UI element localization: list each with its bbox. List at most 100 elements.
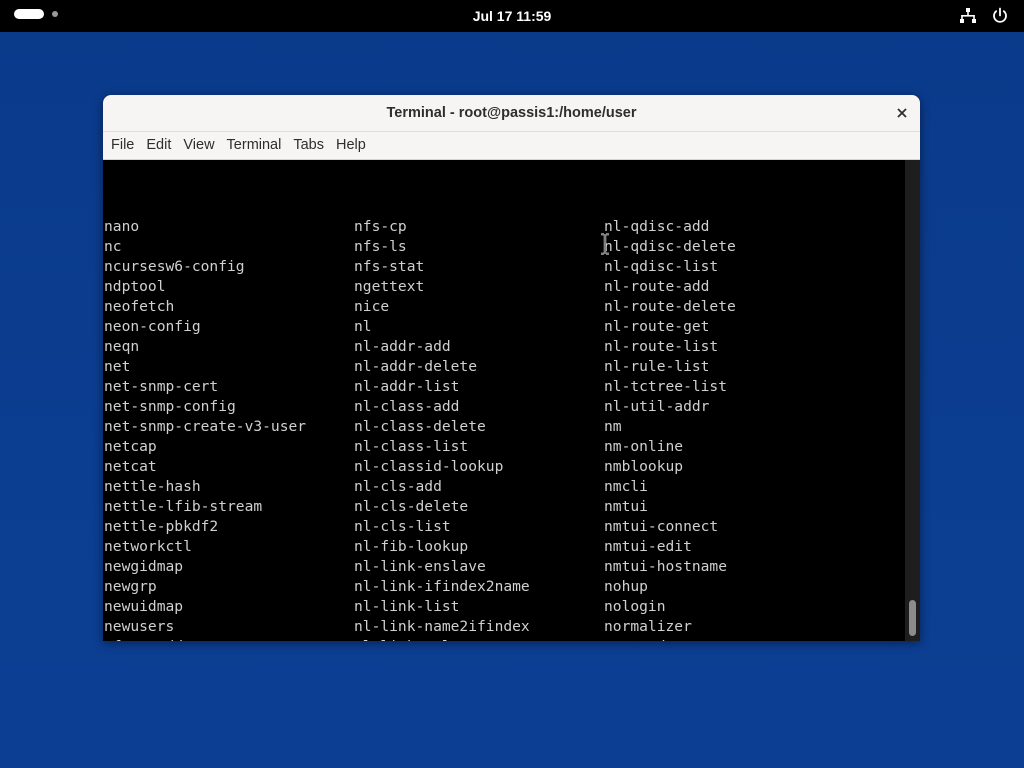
terminal-cell: nl-link-list: [354, 598, 460, 615]
terminal-cell: neon-config: [104, 318, 201, 335]
text-cursor-icon: [601, 233, 609, 255]
terminal-line: newuidmap nl-link-list nologin: [104, 597, 854, 617]
terminal-cell: nl-qdisc-add: [604, 218, 710, 235]
terminal-cell: nmblookup: [604, 458, 684, 475]
terminal-cell: nm: [604, 418, 622, 435]
menu-terminal[interactable]: Terminal: [221, 132, 288, 159]
terminal-cell: nl-route-list: [604, 338, 719, 355]
window-title: Terminal - root@passis1:/home/user: [386, 105, 637, 121]
terminal-cell: nohup: [604, 578, 648, 595]
terminal-cell: nl-cls-list: [354, 518, 451, 535]
terminal-cell: neofetch: [104, 298, 175, 315]
terminal-cell: newgidmap: [104, 558, 184, 575]
terminal-cell: nfs-ls: [354, 238, 407, 255]
menu-edit[interactable]: Edit: [140, 132, 177, 159]
menu-bar: File Edit View Terminal Tabs Help: [103, 132, 920, 160]
terminal-cell: netcat: [104, 458, 157, 475]
terminal-line: neofetch nice nl-route-delete: [104, 297, 854, 317]
terminal-cell: nl: [354, 318, 372, 335]
terminal-line: net-snmp-create-v3-user nl-class-delete nm: [104, 417, 854, 437]
system-tray[interactable]: [958, 6, 1010, 26]
terminal-cell: nmtui: [604, 498, 648, 515]
terminal-cell: networkctl: [104, 538, 192, 555]
menu-help[interactable]: Help: [330, 132, 372, 159]
terminal-line: netcat nl-classid-lookup nmblookup: [104, 457, 854, 477]
terminal-cell: nl-cls-add: [354, 478, 442, 495]
terminal-line: newusers nl-link-name2ifindex normalizer: [104, 617, 854, 637]
scrollbar-thumb[interactable]: [909, 600, 916, 636]
network-icon[interactable]: [958, 6, 978, 26]
terminal-cell: nano: [104, 218, 140, 235]
terminal-cell: nl-addr-delete: [354, 358, 478, 375]
terminal-cell: nl-link-ifindex2name: [354, 578, 530, 595]
terminal-cell: ncursesw6-config: [104, 258, 245, 275]
terminal-cell: nl-link-release: [354, 637, 604, 641]
terminal-cell: newusers: [104, 618, 175, 635]
close-button[interactable]: [892, 103, 912, 123]
terminal-line: newgidmap nl-link-enslave nmtui-hostname: [104, 557, 854, 577]
terminal-cell: nettle-lfib-stream: [104, 498, 263, 515]
terminal-cell: nfs-cp: [354, 218, 407, 235]
terminal-area[interactable]: nano nfs-cp nl-qdisc-add nc nfs-ls nl-qdisc-d…: [103, 160, 920, 641]
terminal-line: ncursesw6-config nfs-stat nl-qdisc-list: [104, 257, 854, 277]
terminal-cell: nmtui-hostname: [604, 558, 728, 575]
terminal-cell: nl-cls-delete: [354, 498, 469, 515]
terminal-cell: newgrp: [104, 578, 157, 595]
terminal-cell: nfs-stat: [354, 258, 425, 275]
terminal-cell: nice: [354, 298, 390, 315]
terminal-cell: nmtui-edit: [604, 538, 692, 555]
terminal-line: ndptool ngettext nl-route-add: [104, 277, 854, 297]
terminal-window[interactable]: Terminal - root@passis1:/home/user File …: [103, 95, 920, 641]
terminal-line: nc nfs-ls nl-qdisc-delete: [104, 237, 854, 257]
top-bar: Jul 17 11:59: [0, 0, 1024, 32]
terminal-line: nf-ct-addnl-link-releasenotepad: [104, 637, 854, 641]
terminal-cell: nl-fib-lookup: [354, 538, 469, 555]
menu-view[interactable]: View: [177, 132, 220, 159]
terminal-cell: nl-route-add: [604, 278, 710, 295]
terminal-line: neqn nl-addr-add nl-route-list: [104, 337, 854, 357]
terminal-cell: net-snmp-cert: [104, 378, 219, 395]
terminal-cell: nl-classid-lookup: [354, 458, 504, 475]
terminal-cell: neqn: [104, 338, 140, 355]
terminal-cell: nmcli: [604, 478, 648, 495]
terminal-line: net-snmp-cert nl-addr-list nl-tctree-list: [104, 377, 854, 397]
terminal-cell: nl-addr-add: [354, 338, 451, 355]
clock[interactable]: Jul 17 11:59: [0, 0, 1024, 32]
scrollbar[interactable]: [905, 160, 920, 641]
terminal-line: networkctl nl-fib-lookup nmtui-edit: [104, 537, 854, 557]
clock-label[interactable]: Jul 17 11:59: [473, 8, 552, 24]
terminal-line: nano nfs-cp nl-qdisc-add: [104, 217, 854, 237]
terminal-line: net nl-addr-delete nl-rule-list: [104, 357, 854, 377]
terminal-cell: notepad: [604, 637, 854, 641]
terminal-cell: nettle-pbkdf2: [104, 518, 219, 535]
terminal-cell: net-snmp-create-v3-user: [104, 418, 307, 435]
terminal-cell: net-snmp-config: [104, 398, 236, 415]
terminal-cell: newuidmap: [104, 598, 184, 615]
terminal-cell: nologin: [604, 598, 666, 615]
terminal-cell: net: [104, 358, 131, 375]
terminal-cell: ndptool: [104, 278, 166, 295]
terminal-cell: nf-ct-add: [104, 637, 354, 641]
terminal-cell: ngettext: [354, 278, 425, 295]
terminal-cell: nl-addr-list: [354, 378, 460, 395]
terminal-cell: nl-qdisc-list: [604, 258, 719, 275]
terminal-cell: nl-link-name2ifindex: [354, 618, 530, 635]
terminal-line: nettle-hash nl-cls-add nmcli: [104, 477, 854, 497]
terminal-cell: nl-util-addr: [604, 398, 710, 415]
power-icon[interactable]: [990, 6, 1010, 26]
terminal-cell: nmtui-connect: [604, 518, 719, 535]
terminal-output: nano nfs-cp nl-qdisc-add nc nfs-ls nl-qdisc-d…: [104, 160, 854, 641]
terminal-cell: nl-tctree-list: [604, 378, 728, 395]
terminal-cell: nl-route-delete: [604, 298, 736, 315]
terminal-line: nettle-pbkdf2 nl-cls-list nmtui-connect: [104, 517, 854, 537]
menu-file[interactable]: File: [105, 132, 140, 159]
menu-tabs[interactable]: Tabs: [287, 132, 330, 159]
terminal-cell: nl-class-delete: [354, 418, 486, 435]
terminal-line: neon-config nl nl-route-get: [104, 317, 854, 337]
terminal-cell: nl-link-enslave: [354, 558, 486, 575]
terminal-line: net-snmp-config nl-class-add nl-util-addr: [104, 397, 854, 417]
terminal-cell: nc: [104, 238, 122, 255]
terminal-cell: nl-rule-list: [604, 358, 710, 375]
window-titlebar[interactable]: Terminal - root@passis1:/home/user: [103, 95, 920, 132]
terminal-line: nettle-lfib-stream nl-cls-delete nmtui: [104, 497, 854, 517]
